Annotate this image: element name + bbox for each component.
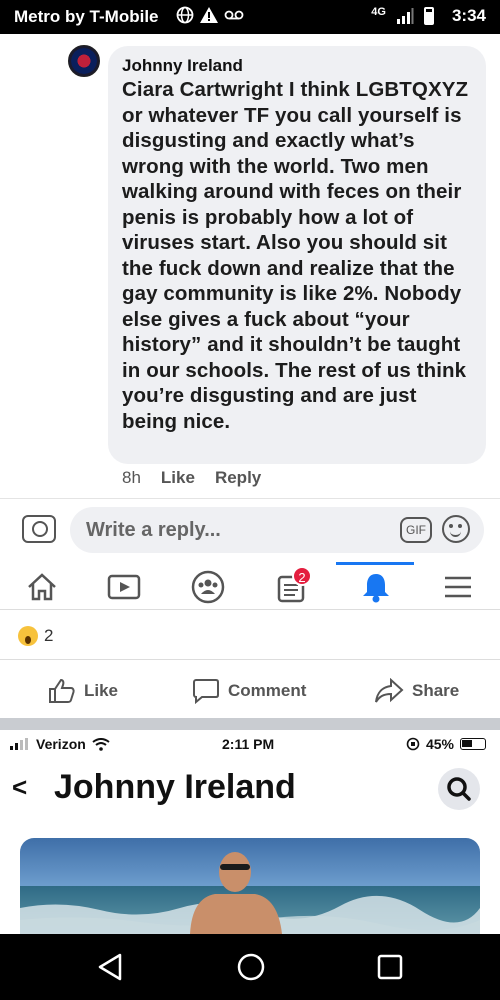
profile-name: Johnny Ireland bbox=[54, 768, 296, 806]
news-icon[interactable]: 2 bbox=[272, 566, 312, 604]
android-nav-bar bbox=[0, 934, 500, 1000]
comment-meta: 8h Like Reply bbox=[122, 468, 261, 488]
search-icon bbox=[447, 777, 471, 801]
menu-icon[interactable] bbox=[438, 570, 478, 604]
home-button-icon[interactable] bbox=[236, 952, 266, 982]
battery-icon bbox=[460, 738, 486, 750]
voicemail-icon bbox=[224, 10, 244, 20]
beach-photo bbox=[20, 838, 480, 934]
screen: Metro by T-Mobile 4G 3:34 Johnny Ireland… bbox=[0, 0, 500, 1000]
facebook-nav-bar: 2 bbox=[0, 562, 500, 610]
mention-link[interactable]: Ciara Cartwright bbox=[122, 78, 283, 101]
reply-link[interactable]: Reply bbox=[215, 468, 261, 488]
share-icon bbox=[375, 678, 404, 703]
second-screenshot: Verizon 2:11 PM 45% < Johnny Ireland bbox=[0, 730, 500, 934]
signal-icon bbox=[396, 8, 414, 24]
bell-icon[interactable] bbox=[356, 570, 396, 604]
profile-header: < Johnny Ireland bbox=[0, 764, 500, 816]
ios-battery-percent: 45% bbox=[425, 736, 454, 752]
reply-placeholder: Write a reply... bbox=[86, 519, 221, 541]
camera-icon[interactable] bbox=[22, 515, 56, 543]
gif-icon[interactable]: GIF bbox=[400, 517, 432, 543]
comment-author[interactable]: Johnny Ireland bbox=[122, 56, 476, 76]
post-actions: Like Comment Share bbox=[0, 662, 500, 718]
signal-icon bbox=[10, 738, 28, 750]
android-status-bar: Metro by T-Mobile 4G 3:34 bbox=[0, 0, 500, 34]
reply-bar: Write a reply... GIF bbox=[0, 498, 500, 562]
orientation-lock-icon bbox=[406, 737, 420, 751]
recents-icon[interactable] bbox=[376, 953, 404, 981]
comment-body: Ciara Cartwright I think LGBTQXYZ or wha… bbox=[122, 77, 476, 434]
globe-icon bbox=[176, 6, 194, 24]
comment-button[interactable]: Comment bbox=[192, 678, 306, 704]
carrier-name: Metro by T-Mobile bbox=[14, 7, 159, 26]
comment-age: 8h bbox=[122, 468, 141, 487]
back-icon[interactable]: < bbox=[12, 772, 27, 803]
active-tab-indicator bbox=[336, 562, 414, 565]
like-label: Like bbox=[84, 681, 119, 700]
search-button[interactable] bbox=[438, 768, 480, 810]
groups-icon[interactable] bbox=[188, 570, 228, 604]
comment-text: I think LGBTQXYZ or whatever TF you call… bbox=[122, 78, 469, 433]
comment-icon bbox=[193, 679, 219, 704]
clock: 3:34 bbox=[451, 6, 486, 25]
comment-bubble[interactable]: Johnny Ireland Ciara Cartwright I think … bbox=[108, 46, 486, 464]
ios-status-bar: Verizon 2:11 PM 45% bbox=[0, 730, 500, 758]
cover-photo[interactable] bbox=[20, 838, 480, 934]
share-label: Share bbox=[412, 681, 460, 700]
network-type: 4G bbox=[371, 6, 386, 18]
avatar[interactable] bbox=[68, 45, 100, 77]
notification-badge: 2 bbox=[292, 566, 312, 586]
reaction-count: 2 bbox=[44, 626, 54, 645]
wow-reaction-icon bbox=[18, 626, 38, 646]
like-link[interactable]: Like bbox=[161, 468, 195, 488]
wifi-icon bbox=[92, 737, 110, 751]
share-button[interactable]: Share bbox=[374, 678, 459, 704]
thumbs-up-icon bbox=[49, 678, 75, 703]
ios-carrier: Verizon bbox=[36, 736, 86, 752]
home-icon[interactable] bbox=[22, 570, 62, 604]
emoji-icon[interactable] bbox=[442, 515, 470, 543]
comment-label: Comment bbox=[228, 681, 307, 700]
alert-icon bbox=[200, 7, 218, 23]
like-button[interactable]: Like bbox=[48, 678, 118, 704]
screenshot-divider bbox=[0, 718, 500, 730]
back-icon[interactable] bbox=[96, 952, 124, 982]
watch-icon[interactable] bbox=[104, 570, 144, 604]
battery-icon bbox=[423, 7, 434, 25]
reaction-summary[interactable]: 2 bbox=[0, 612, 500, 660]
reply-input[interactable]: Write a reply... GIF bbox=[70, 507, 484, 553]
ios-clock: 2:11 PM bbox=[222, 736, 275, 752]
